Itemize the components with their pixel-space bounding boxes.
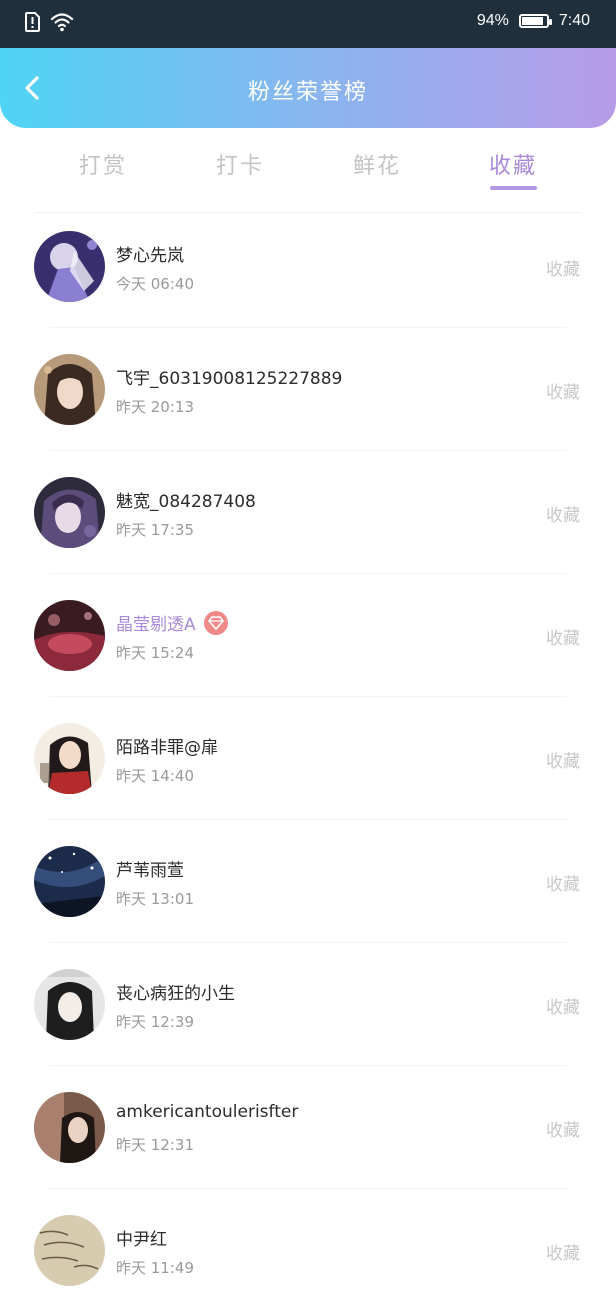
user-name: amkericantoulerisfter <box>116 1102 298 1122</box>
list-item[interactable]: amkericantoulerisfter 昨天 12:31 收藏 <box>0 1066 616 1189</box>
action-label: 收藏 <box>546 1121 580 1141</box>
tab-favorites[interactable]: 收藏 <box>463 148 563 180</box>
user-time: 今天 06:40 <box>116 275 194 293</box>
tab-bar: 打赏 打卡 鲜花 收藏 <box>0 138 616 200</box>
battery-icon <box>518 14 552 28</box>
tab-active-indicator <box>490 186 537 190</box>
action-label: 收藏 <box>546 998 580 1018</box>
user-name-text: 晶莹剔透A <box>116 615 196 635</box>
user-time: 昨天 14:40 <box>116 767 194 785</box>
sim-alert-icon <box>24 12 40 36</box>
avatar[interactable] <box>34 723 105 794</box>
list-item[interactable]: 魅宽_084287408 昨天 17:35 收藏 <box>0 451 616 574</box>
user-name-text: 中尹红 <box>116 1230 167 1250</box>
user-time: 昨天 12:31 <box>116 1136 194 1154</box>
status-time: 7:40 <box>558 12 590 29</box>
list-item[interactable]: 梦心先岚 今天 06:40 收藏 <box>0 205 616 328</box>
battery-percent: 94% <box>476 12 509 29</box>
action-label: 收藏 <box>546 383 580 403</box>
user-name-text: 芦苇雨萱 <box>116 861 184 881</box>
action-label: 收藏 <box>546 875 580 895</box>
header-bar: 粉丝荣誉榜 <box>0 48 616 128</box>
avatar[interactable] <box>34 354 105 425</box>
action-label: 收藏 <box>546 260 580 280</box>
list-item[interactable]: 芦苇雨萱 昨天 13:01 收藏 <box>0 820 616 943</box>
avatar[interactable] <box>34 1215 105 1286</box>
action-label: 收藏 <box>546 752 580 772</box>
avatar[interactable] <box>34 477 105 548</box>
user-name: 丧心病狂的小生 <box>116 979 235 1004</box>
fan-list: 梦心先岚 今天 06:40 收藏 飞宇_60319008125227889 昨天… <box>0 205 616 1312</box>
avatar[interactable] <box>34 600 105 671</box>
user-name: 飞宇_60319008125227889 <box>116 364 342 389</box>
tab-checkin[interactable]: 打卡 <box>190 148 290 180</box>
user-name: 梦心先岚 <box>116 241 184 266</box>
avatar[interactable] <box>34 231 105 302</box>
status-right: 94% 7:40 <box>477 12 590 30</box>
user-name: 芦苇雨萱 <box>116 856 184 881</box>
user-time: 昨天 13:01 <box>116 890 194 908</box>
user-time: 昨天 20:13 <box>116 398 194 416</box>
user-time: 昨天 15:24 <box>116 644 194 662</box>
user-name-text: 丧心病狂的小生 <box>116 984 235 1004</box>
tab-reward[interactable]: 打赏 <box>53 148 153 180</box>
user-name: 中尹红 <box>116 1225 167 1250</box>
user-name: 晶莹剔透A <box>116 610 228 635</box>
list-item[interactable]: 中尹红 昨天 11:49 收藏 <box>0 1189 616 1312</box>
avatar[interactable] <box>34 846 105 917</box>
list-item[interactable]: 飞宇_60319008125227889 昨天 20:13 收藏 <box>0 328 616 451</box>
user-name-text: 梦心先岚 <box>116 246 184 266</box>
user-name: 魅宽_084287408 <box>116 487 256 512</box>
diamond-icon <box>207 615 224 630</box>
list-item[interactable]: 丧心病狂的小生 昨天 12:39 收藏 <box>0 943 616 1066</box>
action-label: 收藏 <box>546 1244 580 1264</box>
tab-flowers[interactable]: 鲜花 <box>327 148 427 180</box>
status-left-icons <box>24 12 74 36</box>
action-label: 收藏 <box>546 506 580 526</box>
user-name-text: 魅宽_084287408 <box>116 492 256 512</box>
list-item[interactable]: 陌路非罪@扉 昨天 14:40 收藏 <box>0 697 616 820</box>
user-name: 陌路非罪@扉 <box>116 733 218 758</box>
avatar[interactable] <box>34 1092 105 1163</box>
vip-badge <box>203 610 228 635</box>
avatar[interactable] <box>34 969 105 1040</box>
user-name-text: 飞宇_60319008125227889 <box>116 369 343 389</box>
user-name-text: 陌路非罪@扉 <box>116 738 218 758</box>
status-bar: 94% 7:40 <box>0 0 616 48</box>
user-time: 昨天 17:35 <box>116 521 194 539</box>
user-time: 昨天 11:49 <box>116 1259 194 1277</box>
page-title: 粉丝荣誉榜 <box>247 80 368 105</box>
action-label: 收藏 <box>546 629 580 649</box>
user-time: 昨天 12:39 <box>116 1013 194 1031</box>
battery-level-fill <box>521 17 543 25</box>
user-name-text: amkericantoulerisfter <box>116 1102 299 1122</box>
wifi-icon <box>50 12 74 36</box>
list-item[interactable]: 晶莹剔透A 昨天 15:24 收藏 <box>0 574 616 697</box>
